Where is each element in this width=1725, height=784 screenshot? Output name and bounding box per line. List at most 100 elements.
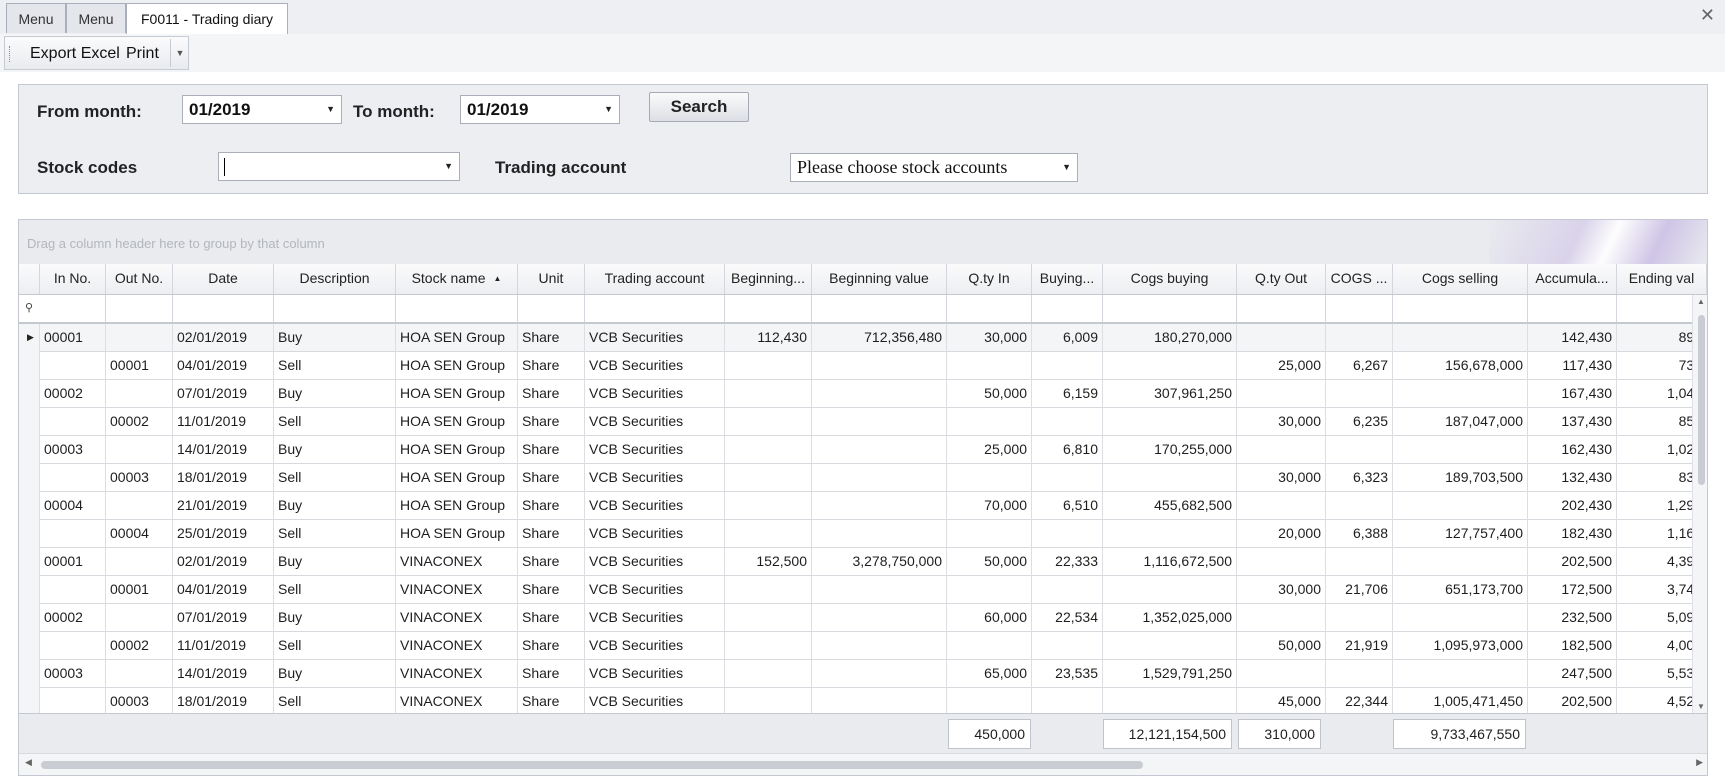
cell-cogs[interactable] <box>1326 380 1393 408</box>
vertical-scrollbar[interactable]: ▲ ▼ <box>1692 295 1707 713</box>
cell-cogs-selling[interactable]: 189,703,500 <box>1393 464 1528 492</box>
filter-cell-trading-account[interactable] <box>585 295 725 322</box>
filter-cell-out-no[interactable] <box>106 295 173 322</box>
cell-cogs-selling[interactable]: 1,095,973,000 <box>1393 632 1528 660</box>
cell-in-no[interactable] <box>40 408 106 436</box>
cell-out-no[interactable]: 00002 <box>106 632 173 660</box>
cell-ending-val[interactable]: 1,293 <box>1617 492 1692 520</box>
row-indicator[interactable] <box>19 632 40 660</box>
cell-unit[interactable]: Share <box>518 520 585 548</box>
column-header-buying[interactable]: Buying... <box>1032 264 1103 294</box>
cell-unit[interactable]: Share <box>518 688 585 713</box>
cell-accumula[interactable]: 182,500 <box>1528 632 1617 660</box>
cell-description[interactable]: Buy <box>274 380 396 408</box>
cell-trading-account[interactable]: VCB Securities <box>585 688 725 713</box>
cell-unit[interactable]: Share <box>518 324 585 352</box>
cell-date[interactable]: 07/01/2019 <box>173 380 274 408</box>
cell-cogs[interactable] <box>1326 548 1393 576</box>
cell-buying[interactable] <box>1032 688 1103 713</box>
cell-accumula[interactable]: 137,430 <box>1528 408 1617 436</box>
cell-out-no[interactable]: 00003 <box>106 464 173 492</box>
cell-trading-account[interactable]: VCB Securities <box>585 660 725 688</box>
cell-description[interactable]: Sell <box>274 464 396 492</box>
cell-cogs-selling[interactable]: 1,005,471,450 <box>1393 688 1528 713</box>
cell-cogs[interactable]: 21,706 <box>1326 576 1393 604</box>
cell-unit[interactable]: Share <box>518 548 585 576</box>
column-header-trading-account[interactable]: Trading account <box>585 264 725 294</box>
cell-q-ty-out[interactable] <box>1237 324 1326 352</box>
cell-description[interactable]: Sell <box>274 520 396 548</box>
cell-cogs-buying[interactable]: 1,529,791,250 <box>1103 660 1237 688</box>
cell-in-no[interactable]: 00003 <box>40 436 106 464</box>
column-header-cogs-buying[interactable]: Cogs buying <box>1103 264 1237 294</box>
cell-q-ty-out[interactable] <box>1237 492 1326 520</box>
cell-ending-val[interactable]: 4,524 <box>1617 688 1692 713</box>
cell-cogs-selling[interactable] <box>1393 324 1528 352</box>
cell-date[interactable]: 14/01/2019 <box>173 660 274 688</box>
cell-cogs-buying[interactable]: 307,961,250 <box>1103 380 1237 408</box>
cell-out-no[interactable]: 00001 <box>106 576 173 604</box>
cell-date[interactable]: 18/01/2019 <box>173 464 274 492</box>
cell-beginning[interactable] <box>725 464 812 492</box>
cell-unit[interactable]: Share <box>518 380 585 408</box>
row-indicator[interactable] <box>19 688 40 713</box>
cell-cogs[interactable]: 6,388 <box>1326 520 1393 548</box>
cell-trading-account[interactable]: VCB Securities <box>585 492 725 520</box>
cell-cogs[interactable] <box>1326 604 1393 632</box>
cell-beginning-value[interactable] <box>812 492 947 520</box>
cell-stock-name[interactable]: VINACONEX <box>396 576 518 604</box>
cell-cogs-selling[interactable]: 187,047,000 <box>1393 408 1528 436</box>
close-icon[interactable]: ✕ <box>1700 5 1715 26</box>
vertical-scroll-thumb[interactable] <box>1698 315 1705 485</box>
cell-date[interactable]: 18/01/2019 <box>173 688 274 713</box>
column-header-q-ty-in[interactable]: Q.ty In <box>947 264 1032 294</box>
cell-stock-name[interactable]: VINACONEX <box>396 632 518 660</box>
filter-cell-description[interactable] <box>274 295 396 322</box>
cell-trading-account[interactable]: VCB Securities <box>585 324 725 352</box>
stock-codes-select[interactable]: ▼ <box>218 152 460 181</box>
cell-beginning[interactable] <box>725 520 812 548</box>
cell-beginning[interactable] <box>725 632 812 660</box>
cell-out-no[interactable]: 00002 <box>106 408 173 436</box>
filter-cell-unit[interactable] <box>518 295 585 322</box>
cell-accumula[interactable]: 232,500 <box>1528 604 1617 632</box>
cell-cogs-buying[interactable] <box>1103 576 1237 604</box>
cell-cogs-selling[interactable] <box>1393 604 1528 632</box>
cell-cogs-buying[interactable] <box>1103 520 1237 548</box>
chevron-down-icon[interactable]: ▼ <box>326 96 335 123</box>
cell-ending-val[interactable]: 837 <box>1617 464 1692 492</box>
cell-in-no[interactable] <box>40 352 106 380</box>
cell-cogs[interactable]: 6,267 <box>1326 352 1393 380</box>
cell-q-ty-in[interactable]: 60,000 <box>947 604 1032 632</box>
cell-trading-account[interactable]: VCB Securities <box>585 436 725 464</box>
cell-in-no[interactable]: 00004 <box>40 492 106 520</box>
cell-q-ty-in[interactable] <box>947 688 1032 713</box>
cell-cogs[interactable] <box>1326 436 1393 464</box>
cell-q-ty-in[interactable]: 25,000 <box>947 436 1032 464</box>
cell-date[interactable]: 04/01/2019 <box>173 576 274 604</box>
column-header-cogs[interactable]: COGS ... <box>1326 264 1393 294</box>
cell-description[interactable]: Sell <box>274 632 396 660</box>
row-indicator[interactable] <box>19 408 40 436</box>
filter-cell-accumula[interactable] <box>1528 295 1617 322</box>
cell-beginning-value[interactable] <box>812 688 947 713</box>
cell-q-ty-in[interactable] <box>947 464 1032 492</box>
cell-ending-val[interactable]: 856 <box>1617 408 1692 436</box>
cell-beginning[interactable] <box>725 380 812 408</box>
cell-in-no[interactable] <box>40 688 106 713</box>
cell-beginning-value[interactable] <box>812 464 947 492</box>
cell-cogs-buying[interactable]: 455,682,500 <box>1103 492 1237 520</box>
cell-buying[interactable] <box>1032 464 1103 492</box>
table-row[interactable]: 00002 07/01/2019 Buy VINACONEX Share VCB Secu… <box>19 604 1692 632</box>
cell-cogs[interactable]: 21,919 <box>1326 632 1393 660</box>
table-row[interactable]: 00002 07/01/2019 Buy HOA SEN Group Share VCB … <box>19 380 1692 408</box>
cell-out-no[interactable] <box>106 492 173 520</box>
table-row[interactable]: 00004 21/01/2019 Buy HOA SEN Group Share VCB … <box>19 492 1692 520</box>
cell-beginning[interactable] <box>725 408 812 436</box>
column-header-beginning-value[interactable]: Beginning value <box>812 264 947 294</box>
column-header-out-no[interactable]: Out No. <box>106 264 173 294</box>
cell-out-no[interactable] <box>106 380 173 408</box>
cell-ending-val[interactable]: 735 <box>1617 352 1692 380</box>
cell-out-no[interactable] <box>106 436 173 464</box>
cell-q-ty-out[interactable]: 45,000 <box>1237 688 1326 713</box>
